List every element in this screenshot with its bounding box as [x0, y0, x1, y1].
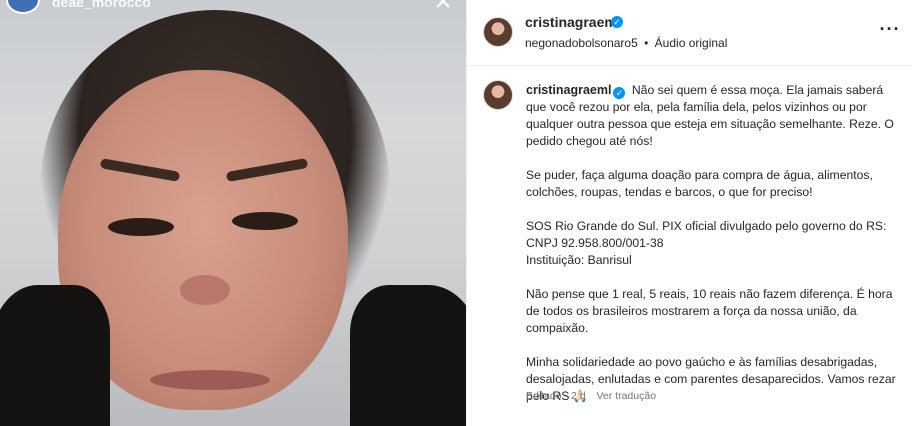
caption-meta: Editado · 2 d Ver tradução [526, 390, 656, 402]
caption-author-avatar[interactable] [483, 80, 513, 110]
verified-badge-icon: ✓ [613, 87, 626, 99]
caption-paragraph-4: Não pense que 1 real, 5 reais, 10 reais … [526, 287, 893, 335]
audio-info: negonadobolsonaro5 • Áudio original [525, 36, 727, 50]
media-nose [180, 275, 230, 305]
caption: cristinagraeml ✓ Não sei quem é essa moça… [467, 66, 912, 426]
post-header: cristinagraeml ✓ negonadobolsonaro5 • Áu… [467, 0, 912, 66]
media-coat-right [350, 285, 466, 426]
caption-paragraph-3: SOS Rio Grande do Sul. PIX oficial divul… [526, 219, 887, 267]
caption-text: cristinagraeml ✓ Não sei quem é essa moça… [526, 82, 904, 422]
separator-dot: • [644, 36, 649, 50]
author-username[interactable]: cristinagraeml [525, 14, 621, 30]
audio-label[interactable]: Áudio original [655, 36, 728, 50]
media-eye-right [232, 212, 298, 230]
close-icon[interactable]: × [430, 0, 456, 18]
caption-username[interactable]: cristinagraeml [526, 83, 611, 97]
media-coat-left [0, 285, 110, 426]
media-eye-left [108, 218, 174, 236]
more-options-icon[interactable]: ··· [879, 20, 901, 42]
caption-paragraph-2: Se puder, faça alguma doação para compra… [526, 168, 873, 199]
post-media[interactable]: deae_morocco × [0, 0, 466, 426]
caption-paragraph-1: cristinagraeml ✓ Não sei quem é essa moça… [526, 82, 904, 150]
media-overlay-avatar[interactable] [6, 0, 40, 14]
edited-label: Editado [526, 390, 562, 402]
author-avatar[interactable] [483, 17, 513, 47]
audio-username[interactable]: negonadobolsonaro5 [525, 36, 638, 50]
verified-badge-icon: ✓ [611, 16, 623, 28]
media-mouth [150, 370, 270, 390]
post-time: 2 d [570, 390, 586, 402]
see-translation-link[interactable]: Ver tradução [597, 390, 657, 402]
post-panel: cristinagraeml ✓ negonadobolsonaro5 • Áu… [466, 0, 912, 426]
media-overlay-username[interactable]: deae_morocco [52, 0, 151, 10]
